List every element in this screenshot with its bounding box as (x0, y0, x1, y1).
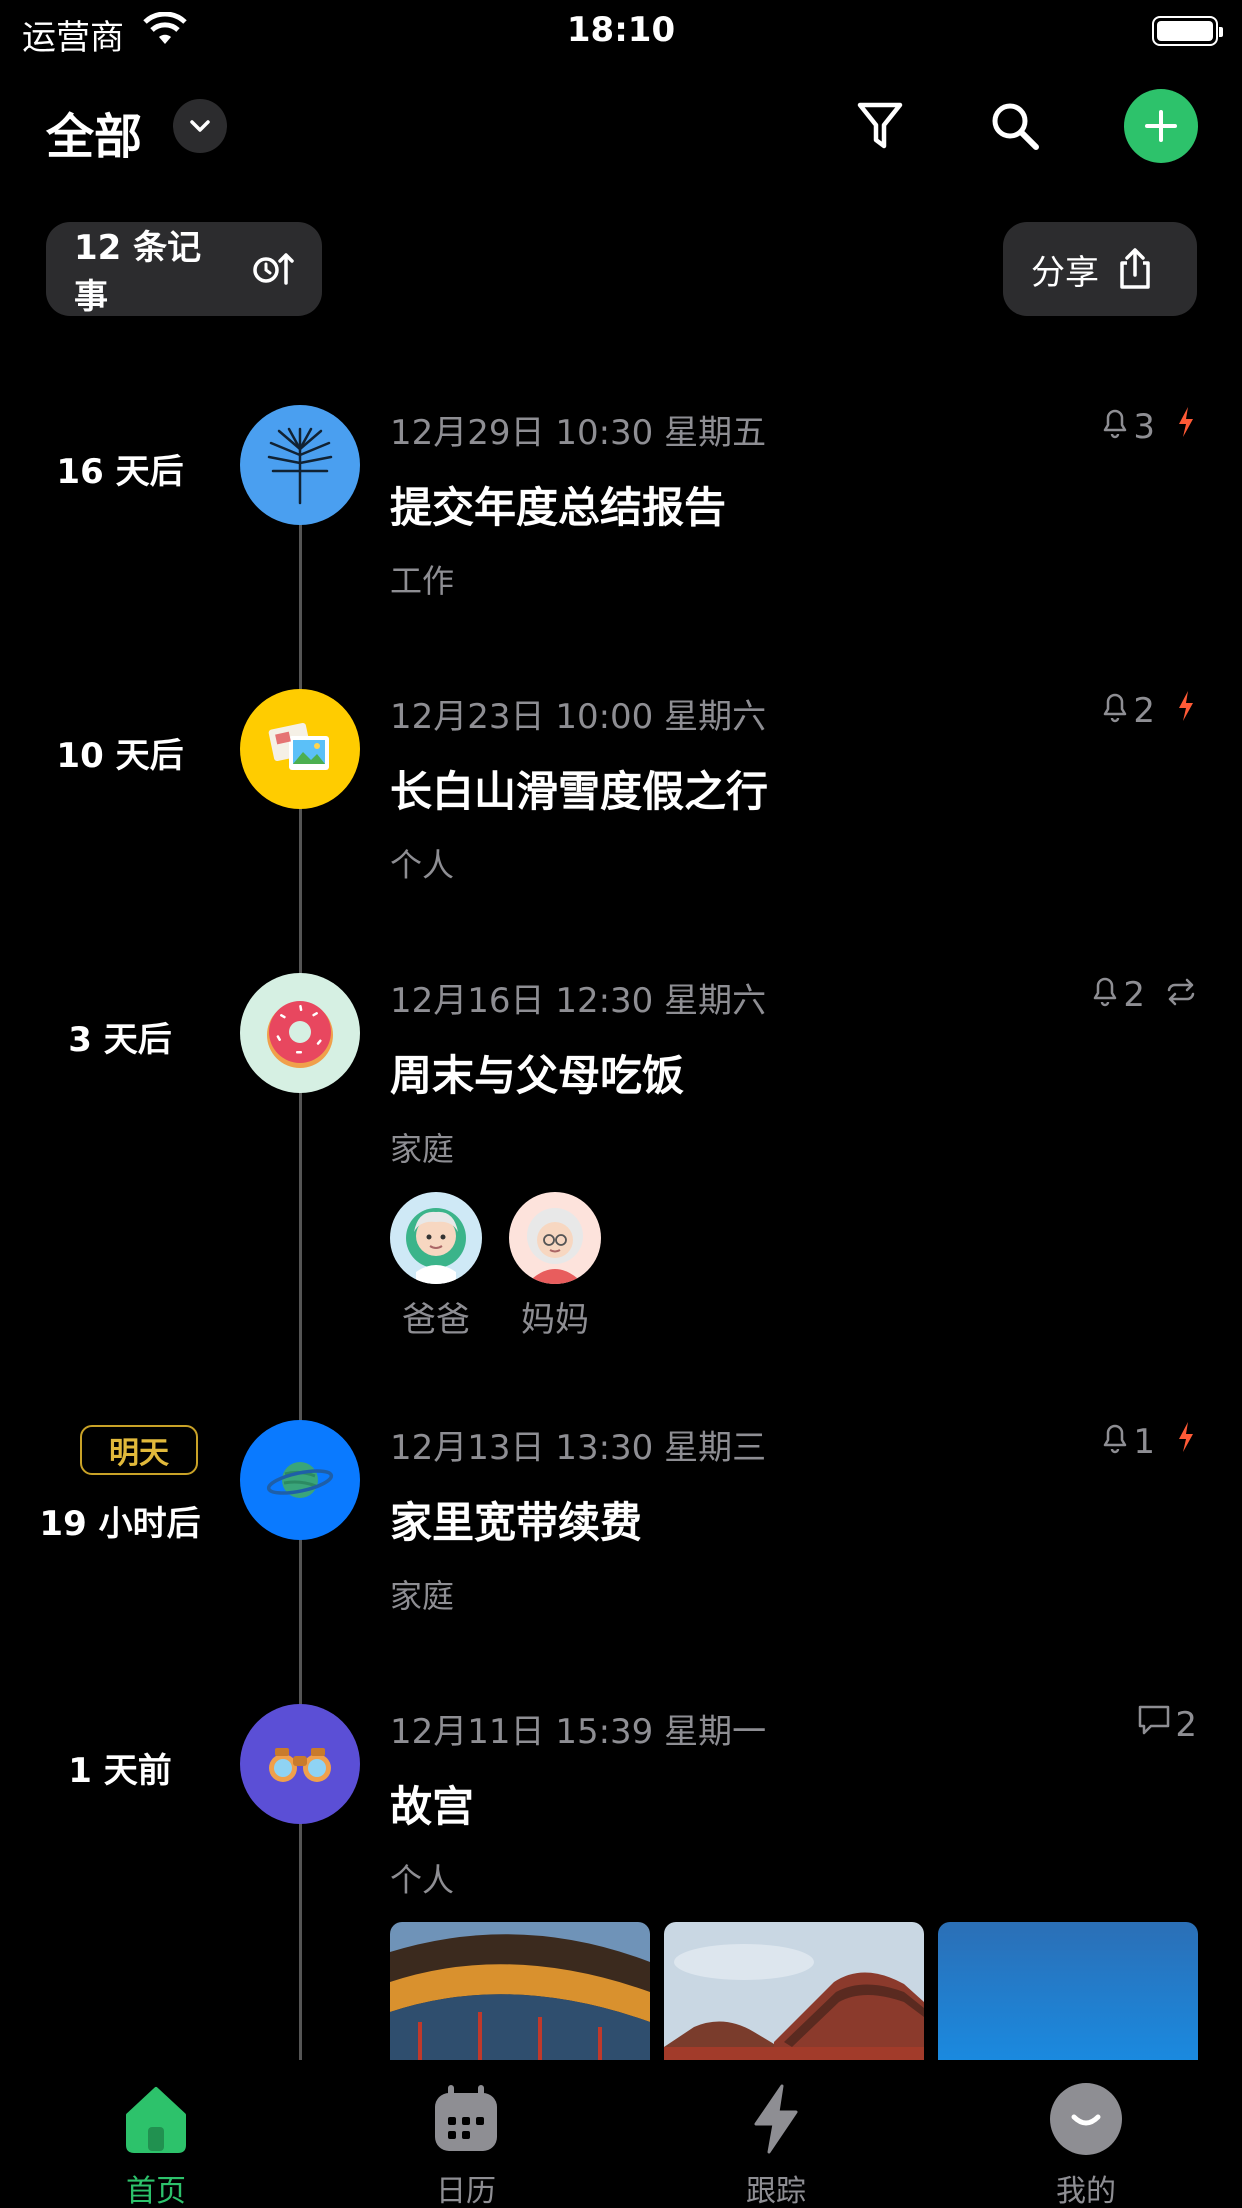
repeat-icon (1165, 975, 1197, 1015)
urgent-bolt-icon (1175, 1420, 1197, 1463)
event-datetime: 12月29日 10:30 星期五 (390, 413, 767, 453)
calendar-icon (366, 2080, 566, 2158)
bell-icon (1101, 1420, 1129, 1463)
battery-icon (1152, 16, 1223, 46)
reminder-count: 1 (1133, 1421, 1155, 1462)
event-meta: 2 (1091, 973, 1197, 1016)
tab-label: 跟踪 (746, 2174, 806, 2208)
event-category: 工作 (390, 562, 455, 600)
event-category: 家庭 (390, 1130, 455, 1168)
relative-time: 3 天后 (68, 1020, 172, 1060)
relative-time: 1 天前 (68, 1751, 172, 1791)
relative-time: 16 天后 (56, 452, 184, 492)
participant-dad[interactable]: 爸爸 (390, 1192, 482, 1341)
event-title: 故宫 (390, 1782, 475, 1831)
event-title: 周末与父母吃饭 (390, 1051, 685, 1100)
bell-icon (1091, 973, 1119, 1016)
filter-icon (857, 102, 903, 149)
event-meta: 3 (1101, 405, 1197, 448)
share-label: 分享 (1031, 252, 1099, 293)
share-icon (1117, 247, 1153, 291)
tab-label: 日历 (436, 2174, 496, 2208)
photo-thumbnail[interactable] (938, 1922, 1198, 2062)
event-title: 提交年度总结报告 (390, 483, 727, 532)
bell-icon (1101, 689, 1129, 732)
relative-time: 10 天后 (56, 736, 184, 776)
page-title[interactable]: 全部 (46, 97, 142, 167)
event-title: 长白山滑雪度假之行 (390, 767, 769, 816)
sort-time-icon (252, 251, 294, 287)
urgent-bolt-icon (1175, 689, 1197, 732)
plus-icon (1145, 110, 1177, 142)
bell-icon (1101, 405, 1129, 448)
home-icon (56, 2080, 256, 2158)
event-meta: 2 (1137, 1704, 1197, 1745)
reminder-count: 2 (1133, 690, 1155, 731)
tomorrow-badge: 明天 (80, 1425, 198, 1475)
reminder-count: 2 (1123, 974, 1145, 1015)
tab-bar: 首页 日历 跟踪 我的 (0, 2060, 1242, 2208)
comment-count: 2 (1175, 1704, 1197, 1745)
photos-icon (240, 689, 360, 809)
tab-tracking[interactable]: 跟踪 (676, 2080, 876, 2208)
palm-leaf-icon (240, 405, 360, 525)
event-category: 个人 (390, 846, 455, 884)
add-button[interactable] (1124, 89, 1198, 163)
event-datetime: 12月23日 10:00 星期六 (390, 697, 767, 737)
planet-icon (240, 1420, 360, 1540)
urgent-bolt-icon (1175, 405, 1197, 448)
chevron-down-icon (190, 120, 210, 132)
tab-label: 首页 (126, 2174, 186, 2208)
tab-home[interactable]: 首页 (56, 2080, 256, 2208)
status-time: 18:10 (566, 10, 676, 50)
photo-thumbnail[interactable] (664, 1922, 924, 2062)
photo-thumbnail[interactable] (390, 1922, 650, 2062)
tab-calendar[interactable]: 日历 (366, 2080, 566, 2208)
event-datetime: 12月13日 13:30 星期三 (390, 1428, 767, 1468)
event-meta: 2 (1101, 689, 1197, 732)
event-category: 个人 (390, 1861, 455, 1899)
participant-name: 妈妈 (521, 1300, 589, 1340)
participant-mom[interactable]: 妈妈 (509, 1192, 601, 1341)
mom-avatar (509, 1192, 601, 1284)
filter-button[interactable] (850, 96, 910, 156)
status-bar: 运营商 18:10 (0, 0, 1242, 62)
category-dropdown-button[interactable] (173, 99, 227, 153)
profile-icon (986, 2080, 1186, 2158)
donut-icon (240, 973, 360, 1093)
reminder-count: 3 (1133, 406, 1155, 447)
comment-icon (1137, 1704, 1171, 1745)
share-button[interactable]: 分享 (1003, 222, 1197, 316)
event-datetime: 12月11日 15:39 星期一 (390, 1712, 767, 1752)
event-datetime: 12月16日 12:30 星期六 (390, 981, 767, 1021)
binoculars-icon (240, 1704, 360, 1824)
event-count-label: 12 条记事 (74, 228, 202, 317)
participant-name: 爸爸 (402, 1300, 470, 1340)
event-count-sort-button[interactable]: 12 条记事 (46, 222, 322, 317)
event-category: 家庭 (390, 1577, 455, 1615)
bolt-icon (676, 2080, 876, 2158)
search-icon (992, 103, 1039, 150)
relative-time: 19 小时后 (39, 1504, 201, 1544)
event-meta: 1 (1101, 1420, 1197, 1463)
event-title: 家里宽带续费 (390, 1498, 643, 1547)
search-button[interactable] (985, 96, 1045, 156)
dad-avatar (390, 1192, 482, 1284)
tab-label: 我的 (1056, 2174, 1116, 2208)
tab-profile[interactable]: 我的 (986, 2080, 1186, 2208)
